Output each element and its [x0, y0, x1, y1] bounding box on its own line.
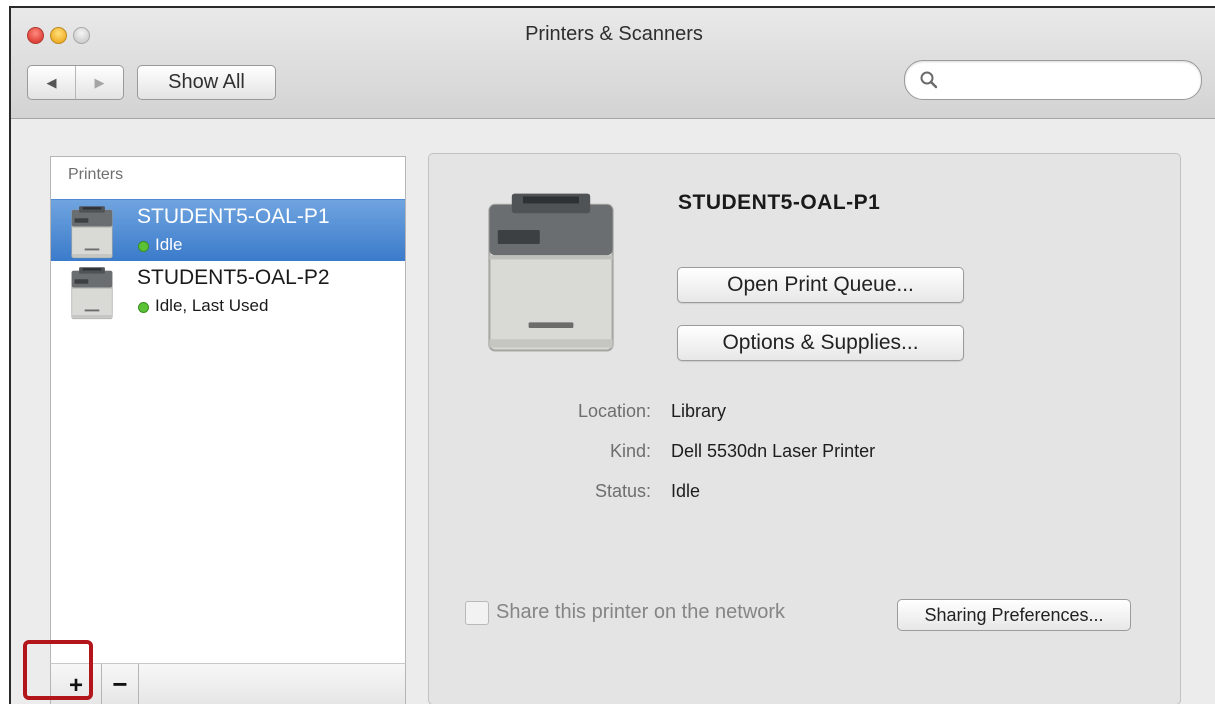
options-supplies-button[interactable]: Options & Supplies...: [677, 325, 964, 361]
printer-list-footer: + −: [50, 663, 406, 704]
window-title: Printers & Scanners: [525, 23, 703, 45]
location-value: Library: [671, 401, 727, 421]
printer-status: Idle: [155, 235, 183, 254]
back-button[interactable]: ◀: [28, 66, 76, 99]
printer-list: Printers STUDENT5-OAL-P1 Idle STUDENT5-O…: [50, 156, 406, 664]
share-printer-label: Share this printer on the network: [496, 601, 786, 623]
search-icon: [920, 71, 938, 89]
status-dot-icon: [138, 241, 149, 252]
navigation-segmented-control: ◀ ▶: [27, 65, 124, 100]
printer-list-item-p1[interactable]: STUDENT5-OAL-P1 Idle: [51, 199, 405, 261]
printer-detail-pane: STUDENT5-OAL-P1 Open Print Queue... Opti…: [428, 153, 1181, 704]
location-label: Location:: [577, 401, 651, 421]
printer-image: [481, 186, 621, 358]
search-input[interactable]: [945, 67, 1185, 93]
printer-name: STUDENT5-OAL-P2: [137, 266, 330, 289]
back-arrow-icon: ◀: [46, 74, 57, 90]
open-print-queue-button[interactable]: Open Print Queue...: [677, 267, 964, 303]
kind-label: Kind:: [609, 441, 651, 461]
printer-icon: [69, 204, 115, 260]
status-value: Idle: [671, 481, 701, 501]
printer-list-item-p2[interactable]: STUDENT5-OAL-P2 Idle, Last Used: [51, 261, 405, 322]
printer-list-header: Printers: [68, 166, 124, 183]
printer-icon: [69, 265, 115, 321]
share-printer-checkbox[interactable]: [465, 601, 489, 625]
forward-button[interactable]: ▶: [76, 66, 123, 99]
printer-status: Idle, Last Used: [155, 296, 269, 315]
kind-value: Dell 5530dn Laser Printer: [671, 441, 876, 461]
screen: Printers & Scanners ◀ ▶ Show All Printer…: [0, 0, 1215, 704]
printers-scanners-window: Printers & Scanners ◀ ▶ Show All Printer…: [9, 6, 1215, 704]
status-label: Status:: [594, 481, 651, 501]
selected-printer-name: STUDENT5-OAL-P1: [678, 191, 881, 214]
show-all-button[interactable]: Show All: [137, 65, 276, 100]
sharing-preferences-button[interactable]: Sharing Preferences...: [897, 599, 1131, 631]
status-dot-icon: [138, 302, 149, 313]
printer-name: STUDENT5-OAL-P1: [137, 205, 330, 228]
add-button-highlight: [23, 640, 93, 700]
search-field[interactable]: [904, 60, 1202, 100]
forward-arrow-icon: ▶: [94, 74, 105, 90]
titlebar: Printers & Scanners ◀ ▶ Show All: [11, 8, 1215, 119]
remove-printer-button[interactable]: −: [102, 664, 139, 704]
